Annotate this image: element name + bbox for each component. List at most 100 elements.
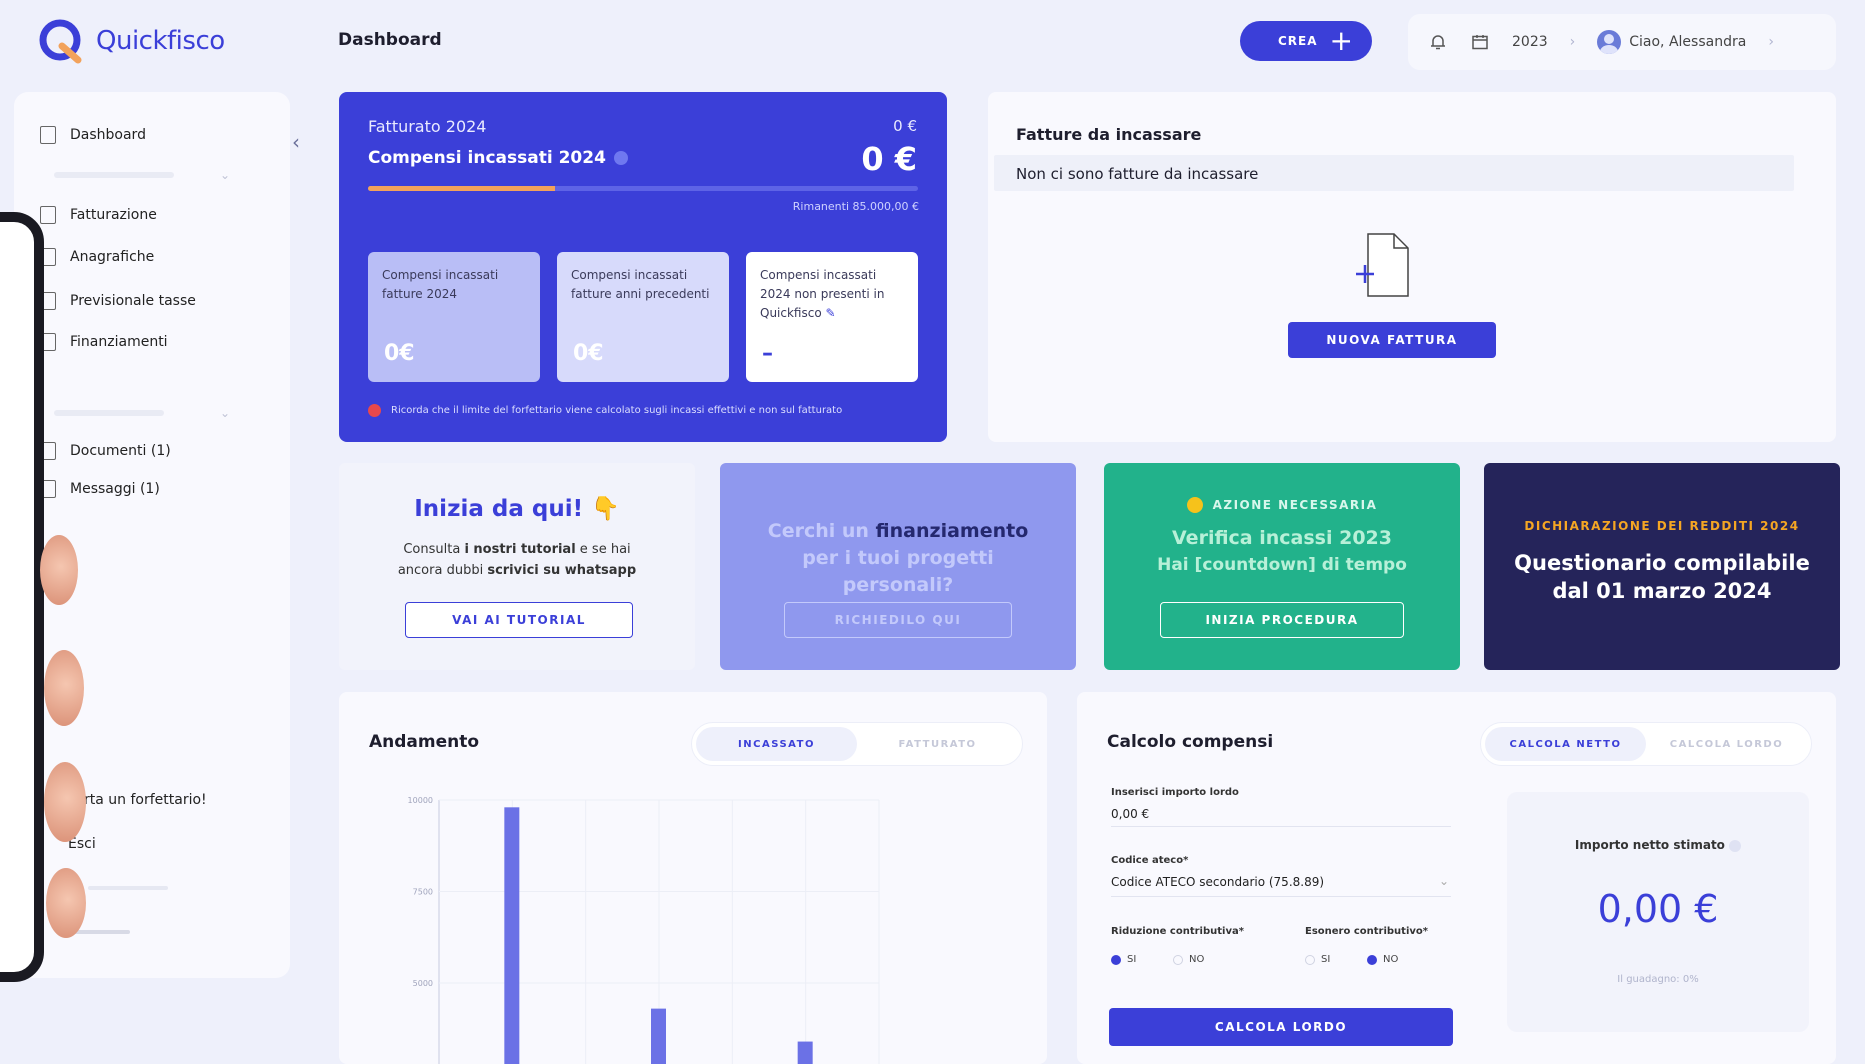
warning-dot-icon [1186, 497, 1203, 513]
fatture-incassare-title: Fatture da incassare [1016, 125, 1202, 144]
create-button-label: CREA [1278, 34, 1318, 48]
tutorial-link[interactable]: i nostri tutorial [464, 542, 575, 557]
tutorial-card: Inizia da qui! 👇 Consulta i nostri tutor… [339, 463, 695, 670]
riduzione-si-radio[interactable]: SI [1111, 954, 1136, 965]
andamento-card: Andamento INCASSATO FATTURATO 10000 7500 5… [339, 692, 1047, 1064]
andamento-chart: 10000 7500 5000 [408, 796, 880, 1064]
calcolo-title: Calcolo compensi [1107, 732, 1274, 752]
sidebar-item-label: Documenti (1) [70, 443, 171, 459]
riduzione-no-radio[interactable]: NO [1173, 954, 1204, 965]
netto-footnote: Il guadagno: 0% [1617, 974, 1699, 985]
sidebar-item-label: Fatturazione [70, 207, 157, 223]
mini-card-non-presenti: Compensi incassati 2024 non presenti in … [746, 252, 918, 382]
edit-icon[interactable]: ✎ [826, 306, 836, 320]
user-bar: 2023 › Ciao, Alessandra › [1408, 14, 1836, 70]
chevron-right-icon[interactable]: › [1768, 34, 1774, 50]
plus-icon: + [1329, 24, 1354, 57]
sidebar-item-previsionale-tasse[interactable]: Previsionale tasse [40, 292, 196, 310]
nuova-fattura-button[interactable]: NUOVA FATTURA [1288, 322, 1496, 358]
sidebar-item-anagrafiche[interactable]: Anagrafiche [40, 248, 154, 266]
chevron-down-icon[interactable]: ⌄ [1439, 874, 1449, 888]
compensi-title: Compensi incassati 2024 [368, 148, 628, 168]
sidebar-item-label: Previsionale tasse [70, 293, 196, 309]
dichiarazione-tag: DICHIARAZIONE DEI REDDITI 2024 [1524, 519, 1800, 533]
y-tick-label: 5000 [413, 979, 433, 988]
fatturato-note: Ricorda che il limite del forfettario vi… [368, 404, 842, 417]
fatturato-value: 0 € [893, 117, 917, 135]
calcola-lordo-button[interactable]: CALCOLA LORDO [1109, 1008, 1453, 1046]
sidebar-item-fatturazione[interactable]: Fatturazione [40, 206, 157, 224]
esonero-label: Esonero contributivo* [1305, 926, 1428, 937]
mini-card-label: Compensi incassati 2024 non presenti in … [760, 268, 885, 320]
sidebar-item-label: rta un forfettario! [84, 792, 207, 808]
sidebar-item-messaggi[interactable]: Messaggi (1) [40, 480, 160, 498]
progress-bar-fill [368, 186, 555, 191]
toggle-fatturato[interactable]: FATTURATO [857, 727, 1018, 761]
brand-name: Quickfisco [96, 26, 225, 56]
esonero-si-radio[interactable]: SI [1305, 954, 1330, 965]
sidebar-item-label: Dashboard [70, 127, 146, 143]
whatsapp-link[interactable]: scrivici su whatsapp [487, 563, 636, 578]
vai-ai-tutorial-button[interactable]: VAI AI TUTORIAL [405, 602, 633, 638]
andamento-toggle: INCASSATO FATTURATO [691, 722, 1023, 766]
chevron-right-icon[interactable]: › [1570, 34, 1576, 50]
chevron-down-icon[interactable]: ⌄ [220, 406, 230, 420]
y-tick-label: 7500 [413, 888, 433, 897]
avatar[interactable] [1597, 30, 1622, 54]
sidebar-section-header [54, 172, 174, 178]
toggle-calcola-lordo[interactable]: CALCOLA LORDO [1646, 727, 1807, 761]
toggle-calcola-netto[interactable]: CALCOLA NETTO [1485, 727, 1646, 761]
chevron-down-icon[interactable]: ⌄ [220, 168, 230, 182]
netto-value: 0,00 € [1597, 887, 1719, 931]
netto-result-box: Importo netto stimato 0,00 € Il guadagno… [1507, 792, 1809, 1032]
tutorial-text: Consulta i nostri tutorial e se hai anco… [397, 542, 637, 578]
collapse-sidebar-icon[interactable]: ‹ [292, 130, 300, 154]
dashboard-icon [40, 126, 56, 144]
mini-card-value: – [762, 341, 773, 366]
document-icon [40, 206, 56, 224]
calcolo-compensi-card: Calcolo compensi CALCOLA NETTO CALCOLA L… [1077, 692, 1836, 1064]
mini-card-value: 0€ [573, 341, 604, 366]
sidebar-item-invita[interactable]: rta un forfettario! [84, 792, 207, 808]
mini-card-value: 0€ [384, 341, 415, 366]
andamento-title: Andamento [369, 732, 480, 752]
azione-tag: AZIONE NECESSARIA [1104, 497, 1460, 513]
esonero-no-radio[interactable]: NO [1367, 954, 1398, 965]
compensi-big-value: 0 € [861, 140, 917, 178]
create-button[interactable]: CREA + [1240, 21, 1372, 61]
sidebar-section-header [54, 410, 164, 416]
toggle-incassato[interactable]: INCASSATO [696, 727, 857, 761]
dichiarazione-card[interactable]: DICHIARAZIONE DEI REDDITI 2024 Questiona… [1484, 463, 1840, 670]
calendar-icon[interactable] [1470, 32, 1490, 52]
bell-icon[interactable] [1428, 32, 1448, 52]
richiedilo-qui-button[interactable]: RICHIEDILO QUI [784, 602, 1012, 638]
sidebar-item-dashboard[interactable]: Dashboard [40, 126, 146, 144]
importo-underline [1111, 826, 1451, 827]
compensi-label: Compensi incassati 2024 [368, 148, 606, 168]
fatturato-title: Fatturato 2024 [368, 117, 487, 136]
user-greeting[interactable]: Ciao, Alessandra [1629, 34, 1746, 50]
finanziamento-title: Cerchi un finanziamento per i tuoi proge… [767, 520, 1029, 596]
sidebar-item-documenti[interactable]: Documenti (1) [40, 442, 171, 460]
importo-input[interactable]: 0,00 € [1111, 807, 1149, 821]
alert-icon [368, 404, 381, 417]
ateco-underline [1111, 896, 1451, 897]
quickfisco-logo-icon [39, 19, 82, 64]
info-icon[interactable] [613, 151, 628, 165]
sidebar-item-label: Messaggi (1) [70, 481, 160, 497]
inizia-procedura-button[interactable]: INIZIA PROCEDURA [1160, 602, 1404, 638]
riduzione-label: Riduzione contributiva* [1111, 926, 1244, 937]
ateco-select[interactable]: Codice ATECO secondario (75.8.89) [1111, 875, 1324, 889]
radio-unchecked-icon [1305, 954, 1315, 965]
pointing-hand-icon: 👇 [591, 496, 620, 522]
info-icon[interactable] [1729, 839, 1742, 852]
year-selector[interactable]: 2023 [1512, 34, 1548, 50]
mini-card-label: Compensi incassati fatture anni preceden… [571, 268, 710, 301]
mini-card-label: Compensi incassati fatture 2024 [382, 268, 499, 301]
ateco-label: Codice ateco* [1111, 855, 1189, 866]
logo[interactable]: Quickfisco [38, 18, 225, 64]
sidebar-footer-text [88, 886, 168, 890]
tutorial-title: Inizia da qui! 👇 [414, 496, 620, 522]
empty-state-row: Non ci sono fatture da incassare [994, 155, 1794, 191]
sidebar-item-finanziamenti[interactable]: Finanziamenti [40, 333, 168, 351]
